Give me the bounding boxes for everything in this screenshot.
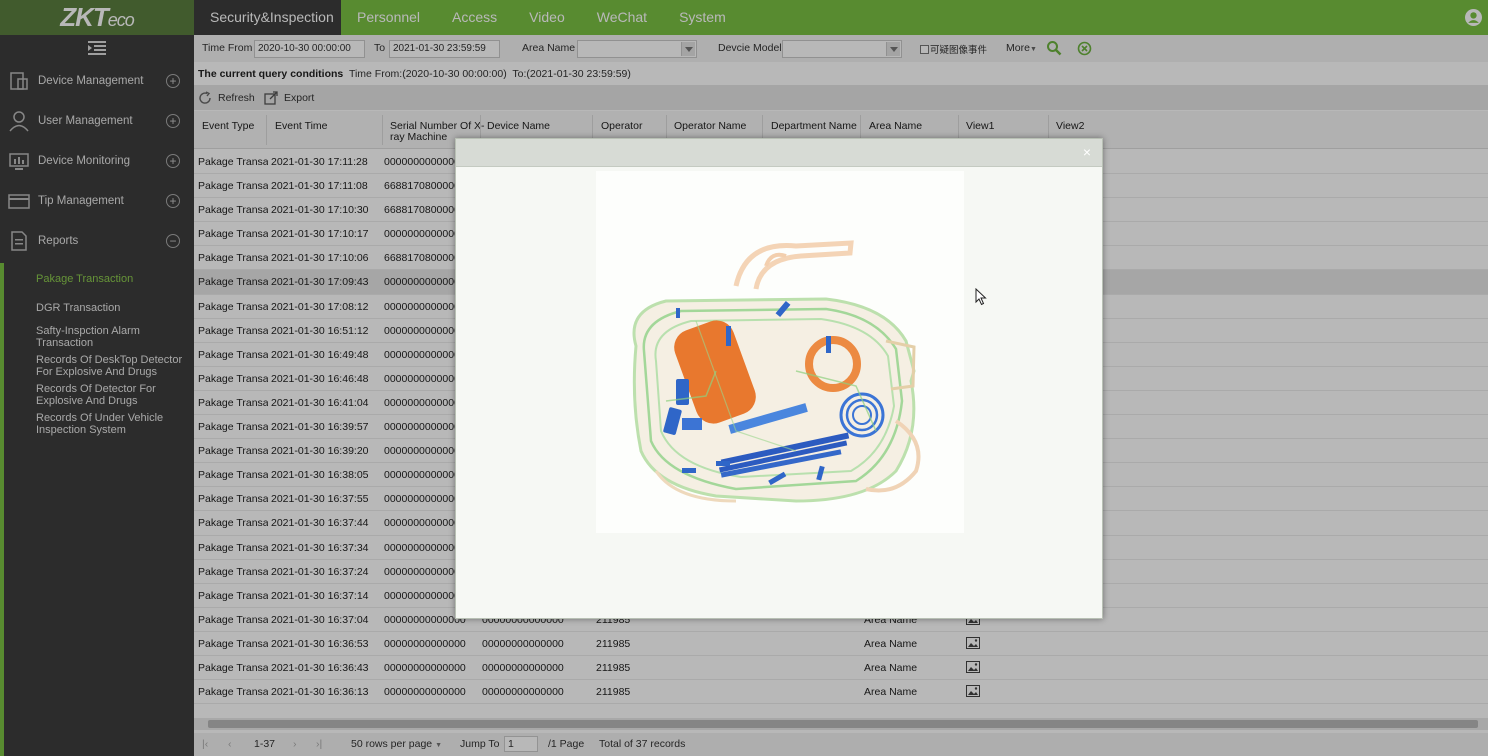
xray-image [596, 171, 964, 533]
image-preview-dialog: × [455, 138, 1103, 619]
close-icon[interactable]: × [1080, 145, 1094, 159]
dialog-header: × [456, 139, 1102, 167]
xray-scan-picture [632, 240, 921, 503]
mouse-cursor-icon [975, 288, 987, 306]
